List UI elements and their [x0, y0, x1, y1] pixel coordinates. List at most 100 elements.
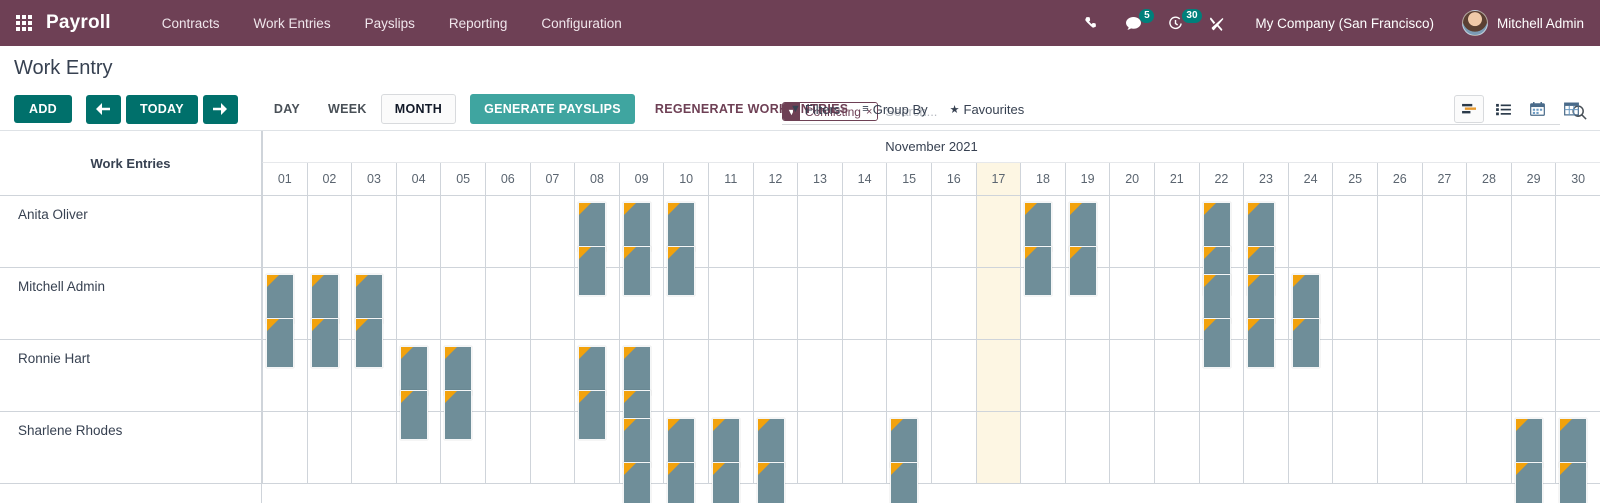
gantt-cell[interactable] [1243, 340, 1288, 411]
app-brand-payroll[interactable]: Payroll [46, 12, 111, 34]
gantt-day-cell-30[interactable]: 30 [1555, 163, 1600, 195]
gantt-cell[interactable] [1555, 196, 1600, 267]
gantt-cell[interactable] [351, 268, 396, 368]
gantt-cell[interactable] [752, 412, 798, 503]
gantt-day-cell-24[interactable]: 24 [1287, 163, 1333, 195]
gantt-day-cell-16[interactable]: 16 [930, 163, 976, 195]
gantt-day-cell-25[interactable]: 25 [1332, 163, 1377, 195]
gantt-cell[interactable] [1510, 196, 1556, 267]
gantt-work-entry-pill[interactable] [1247, 202, 1276, 252]
gantt-cell[interactable] [930, 268, 976, 339]
activities-clock-icon[interactable]: 30 [1155, 0, 1202, 46]
gantt-cell[interactable] [440, 196, 485, 267]
list-view-button[interactable] [1488, 95, 1518, 123]
gantt-cell[interactable] [886, 340, 931, 411]
gantt-cell[interactable] [484, 340, 530, 411]
gantt-cell[interactable] [262, 268, 307, 368]
gantt-cell[interactable] [1421, 412, 1467, 483]
gantt-cell[interactable] [1332, 196, 1377, 267]
scale-month-button[interactable]: MONTH [380, 94, 457, 124]
gantt-cell[interactable] [975, 268, 1021, 339]
scale-day-button[interactable]: DAY [260, 94, 314, 124]
gantt-cell[interactable] [930, 196, 976, 267]
gantt-work-entry-pill[interactable] [310, 274, 339, 324]
gantt-cell[interactable] [440, 412, 485, 483]
gantt-work-entry-pill[interactable] [1202, 202, 1231, 252]
gantt-cell[interactable] [1153, 412, 1199, 483]
gantt-cell[interactable] [752, 268, 798, 339]
gantt-cell[interactable] [395, 196, 441, 267]
gantt-cell[interactable] [930, 340, 976, 411]
gantt-day-cell-22[interactable]: 22 [1198, 163, 1244, 195]
gantt-cell[interactable] [1243, 196, 1288, 296]
gantt-cell[interactable] [440, 268, 485, 339]
gantt-cell[interactable] [440, 340, 485, 440]
menu-item-configuration[interactable]: Configuration [524, 10, 638, 37]
gantt-cell[interactable] [797, 412, 842, 483]
gantt-cell[interactable] [663, 196, 708, 296]
gantt-cell[interactable] [752, 196, 798, 267]
gantt-cell[interactable] [1109, 196, 1154, 267]
gantt-day-cell-08[interactable]: 08 [574, 163, 619, 195]
menu-item-work-entries[interactable]: Work Entries [237, 10, 348, 37]
gantt-day-cell-05[interactable]: 05 [440, 163, 485, 195]
gantt-cell[interactable] [1020, 412, 1065, 483]
gantt-work-entry-pill[interactable] [756, 462, 785, 503]
gantt-cell[interactable] [1198, 196, 1244, 296]
gantt-cell[interactable] [1376, 412, 1422, 483]
gantt-day-cell-09[interactable]: 09 [618, 163, 664, 195]
gantt-cell[interactable] [306, 412, 352, 483]
gantt-cell[interactable] [1287, 196, 1333, 267]
gantt-cell[interactable] [1153, 268, 1199, 339]
gantt-cell[interactable] [707, 340, 753, 411]
gantt-work-entry-pill[interactable] [444, 346, 473, 396]
gantt-cell[interactable] [663, 340, 708, 411]
gantt-work-entry-pill[interactable] [711, 418, 740, 468]
menu-item-contracts[interactable]: Contracts [145, 10, 237, 37]
gantt-cell[interactable] [1109, 412, 1154, 483]
gantt-cell[interactable] [1243, 268, 1288, 368]
gantt-cell[interactable] [1555, 412, 1600, 503]
gantt-cell[interactable] [618, 412, 664, 503]
gantt-work-entry-pill[interactable] [355, 274, 384, 324]
gantt-row-label[interactable]: Anita Oliver [0, 196, 261, 268]
gantt-cell[interactable] [886, 268, 931, 339]
gantt-day-cell-04[interactable]: 04 [395, 163, 441, 195]
gantt-cell[interactable] [1153, 196, 1199, 267]
debug-tools-icon[interactable] [1196, 0, 1237, 46]
gantt-cell[interactable] [797, 196, 842, 267]
gantt-cell[interactable] [351, 412, 396, 483]
gantt-work-entry-pill[interactable] [399, 346, 428, 396]
previous-period-button[interactable] [85, 94, 121, 124]
gantt-cell[interactable] [529, 412, 575, 483]
gantt-cell[interactable] [529, 196, 575, 267]
gantt-cell[interactable] [1198, 268, 1244, 368]
company-selector[interactable]: My Company (San Francisco) [1237, 16, 1448, 31]
gantt-day-cell-18[interactable]: 18 [1020, 163, 1065, 195]
gantt-work-entry-pill[interactable] [890, 462, 919, 503]
gantt-cell[interactable] [663, 268, 708, 339]
gantt-cell[interactable] [351, 340, 396, 411]
gantt-cell[interactable] [484, 412, 530, 483]
gantt-cell[interactable] [1376, 196, 1422, 267]
gantt-cell[interactable] [484, 268, 530, 339]
gantt-day-cell-06[interactable]: 06 [484, 163, 530, 195]
gantt-cell[interactable] [1064, 340, 1110, 411]
gantt-cell[interactable] [975, 412, 1021, 483]
gantt-cell[interactable] [841, 412, 887, 483]
gantt-work-entry-pill[interactable] [711, 462, 740, 503]
gantt-day-cell-11[interactable]: 11 [707, 163, 753, 195]
menu-item-reporting[interactable]: Reporting [432, 10, 525, 37]
gantt-cell[interactable] [1109, 268, 1154, 339]
gantt-day-cell-10[interactable]: 10 [663, 163, 708, 195]
gantt-cell[interactable] [262, 340, 307, 411]
gantt-cell[interactable] [1064, 268, 1110, 339]
gantt-cell[interactable] [1510, 412, 1556, 503]
gantt-cell[interactable] [1198, 412, 1244, 483]
gantt-cell[interactable] [1198, 340, 1244, 411]
apps-grid-icon[interactable] [16, 15, 32, 31]
gantt-day-cell-26[interactable]: 26 [1376, 163, 1422, 195]
phone-icon[interactable] [1071, 0, 1112, 46]
gantt-cell[interactable] [395, 412, 441, 483]
gantt-row-label[interactable]: Sharlene Rhodes [0, 412, 261, 484]
